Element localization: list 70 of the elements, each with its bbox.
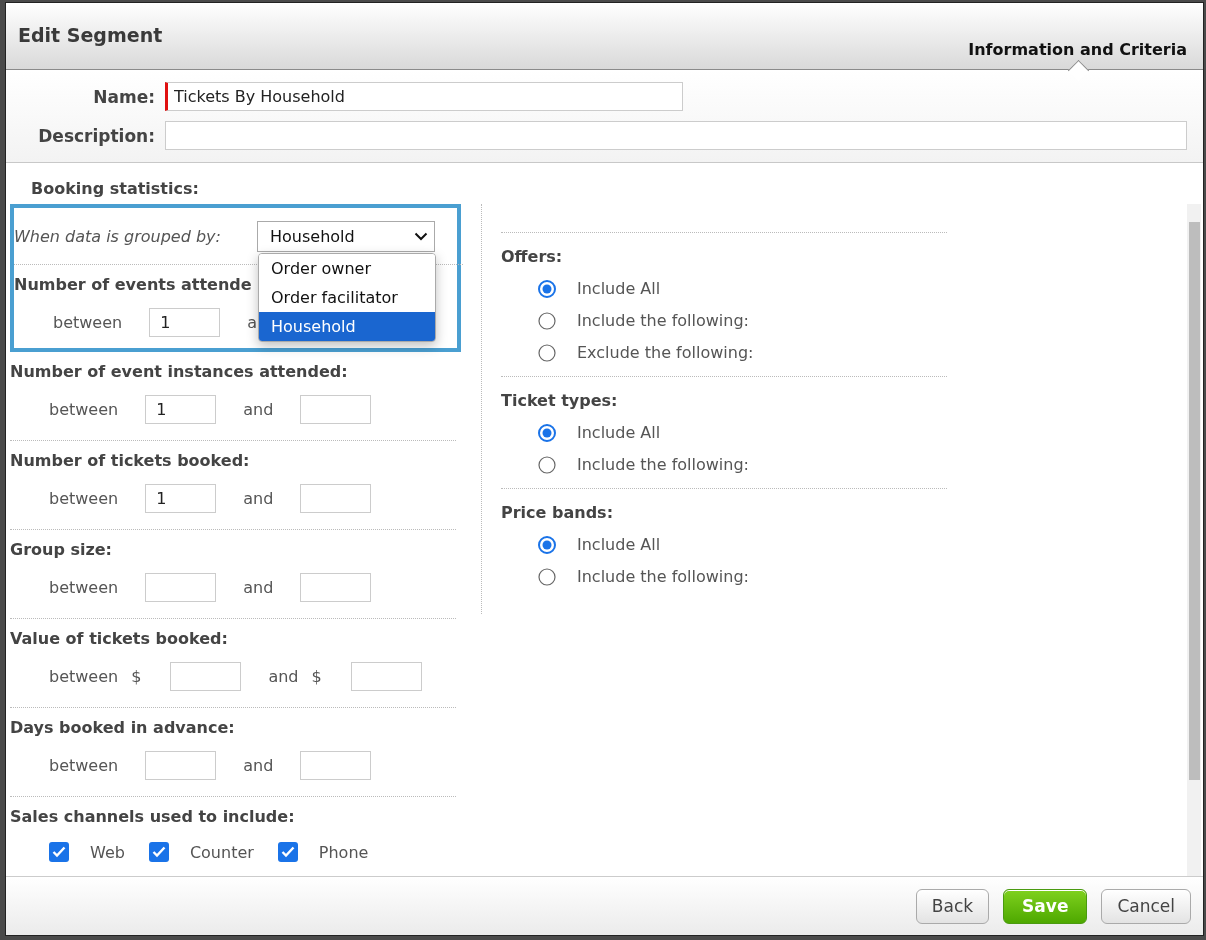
dropdown-option[interactable]: Household: [259, 312, 435, 341]
section-title: Booking statistics:: [31, 179, 200, 198]
radio-label: Exclude the following:: [577, 343, 754, 362]
checkbox[interactable]: [277, 842, 298, 862]
description-input[interactable]: [165, 121, 1187, 150]
radio-button[interactable]: [538, 423, 556, 442]
between-label: between: [49, 400, 119, 419]
radio-button[interactable]: [538, 567, 556, 586]
checkbox[interactable]: [49, 842, 69, 862]
min-input[interactable]: 1: [149, 308, 221, 337]
currency-symbol: $: [311, 667, 322, 686]
between-label: between: [53, 313, 123, 332]
min-input[interactable]: [145, 573, 217, 602]
criterion-heading: Price bands:: [501, 503, 615, 522]
name-input[interactable]: Tickets By Household: [165, 82, 683, 111]
max-input[interactable]: [300, 751, 372, 780]
checkbox-label: Web: [90, 842, 125, 862]
criterion-heading: Days booked in advance:: [10, 718, 236, 737]
and-label: and: [243, 578, 274, 597]
max-input[interactable]: [350, 662, 422, 691]
min-input[interactable]: [145, 751, 217, 780]
and-label: and: [268, 667, 299, 686]
and-label: and: [243, 489, 274, 508]
dropdown-option[interactable]: Order owner: [259, 254, 435, 283]
radio-label: Include the following:: [577, 311, 749, 330]
scrollbar[interactable]: [1187, 204, 1201, 876]
min-input[interactable]: 1: [145, 395, 217, 424]
radio-label: Include the following:: [577, 567, 749, 586]
between-label: between: [49, 489, 119, 508]
dropdown-option[interactable]: Order facilitator: [259, 283, 435, 312]
caret-icon: [414, 231, 428, 241]
between-label: between: [49, 667, 119, 686]
radio-label: Include All: [577, 279, 661, 298]
dialog-button[interactable]: Back: [915, 888, 990, 924]
dialog-button[interactable]: Cancel: [1101, 888, 1191, 924]
criterion-heading: Number of event instances attended:: [10, 362, 349, 381]
criterion-heading: Ticket types:: [501, 391, 619, 410]
checkbox-label: Counter: [189, 842, 254, 862]
criterion-heading: Offers:: [501, 247, 564, 266]
criterion-heading: Sales channels used to include:: [10, 807, 296, 826]
field-label: Description:: [37, 125, 155, 146]
between-label: between: [49, 756, 119, 775]
radio-label: Include the following:: [577, 455, 749, 474]
radio-button[interactable]: [538, 279, 556, 298]
radio-button[interactable]: [538, 535, 556, 554]
group-by-select[interactable]: Household: [257, 220, 435, 252]
window-title: Edit Segment: [18, 24, 163, 46]
and-label: and: [243, 400, 274, 419]
min-input[interactable]: [170, 662, 242, 691]
checkbox[interactable]: [148, 842, 169, 862]
between-label: between: [49, 578, 119, 597]
field-label: Name:: [92, 86, 155, 107]
checkbox-label: Phone: [318, 842, 369, 862]
radio-label: Include All: [577, 535, 661, 554]
criterion-heading: Number of tickets booked:: [10, 451, 251, 470]
group-by-label: When data is grouped by:: [14, 226, 222, 246]
and-label: a: [247, 313, 257, 332]
radio-button[interactable]: [538, 311, 556, 330]
criterion-heading: Number of events attende: [14, 275, 253, 294]
criterion-heading: Value of tickets booked:: [10, 629, 229, 648]
max-input[interactable]: [300, 395, 372, 424]
radio-button[interactable]: [538, 455, 556, 474]
min-input[interactable]: 1: [145, 484, 217, 513]
max-input[interactable]: [300, 573, 372, 602]
radio-button[interactable]: [538, 343, 556, 362]
currency-symbol: $: [131, 667, 142, 686]
criterion-heading: Group size:: [10, 540, 113, 559]
radio-label: Include All: [577, 423, 661, 442]
max-input[interactable]: [300, 484, 372, 513]
and-label: and: [243, 756, 274, 775]
